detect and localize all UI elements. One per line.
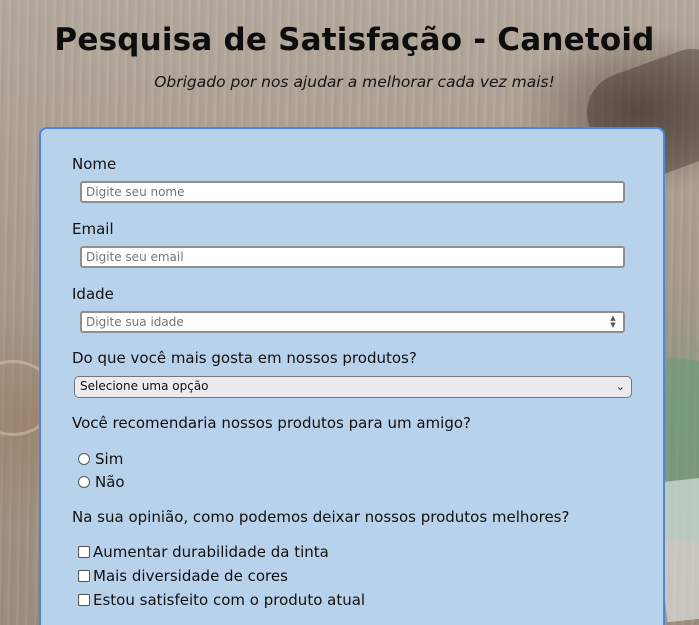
improve-label: Na sua opinião, como podemos deixar noss… xyxy=(72,508,570,526)
checkbox[interactable] xyxy=(78,594,90,606)
name-label: Nome xyxy=(72,155,117,173)
recommend-label: Você recomendaria nossos produtos para u… xyxy=(72,414,472,432)
checkbox-label: Estou satisfeito com o produto atual xyxy=(93,591,366,609)
favorite-label: Do que você mais gosta em nossos produto… xyxy=(72,349,417,367)
checkbox-label: Aumentar durabilidade da tinta xyxy=(93,543,329,561)
checkbox[interactable] xyxy=(78,570,90,582)
checkbox-label: Mais diversidade de cores xyxy=(93,567,288,585)
spinner-arrows-icon[interactable]: ▲ ▼ xyxy=(606,315,620,331)
recommend-option-yes[interactable]: Sim xyxy=(78,450,123,468)
email-label: Email xyxy=(72,220,114,238)
checkbox[interactable] xyxy=(78,546,90,558)
radio-label: Sim xyxy=(95,450,124,468)
favorite-select[interactable]: Selecione uma opção ⌄ xyxy=(74,376,632,398)
recommend-option-no[interactable]: Não xyxy=(78,473,125,491)
improve-option-durability[interactable]: Aumentar durabilidade da tinta xyxy=(78,543,329,561)
radio-label: Não xyxy=(95,473,125,491)
name-input[interactable] xyxy=(80,181,625,203)
chevron-down-icon: ⌄ xyxy=(615,380,625,393)
improve-option-colors[interactable]: Mais diversidade de cores xyxy=(78,567,288,585)
improve-option-satisfied[interactable]: Estou satisfeito com o produto atual xyxy=(78,591,365,609)
age-input[interactable] xyxy=(80,311,625,333)
age-label: Idade xyxy=(72,285,114,303)
email-input[interactable] xyxy=(80,246,625,268)
radio-button[interactable] xyxy=(78,453,90,465)
radio-button[interactable] xyxy=(78,476,90,488)
page-title: Pesquisa de Satisfação - Canetoid xyxy=(54,22,655,58)
page-subtitle: Obrigado por nos ajudar a melhorar cada … xyxy=(154,73,555,91)
favorite-select-value: Selecione uma opção xyxy=(80,379,209,393)
